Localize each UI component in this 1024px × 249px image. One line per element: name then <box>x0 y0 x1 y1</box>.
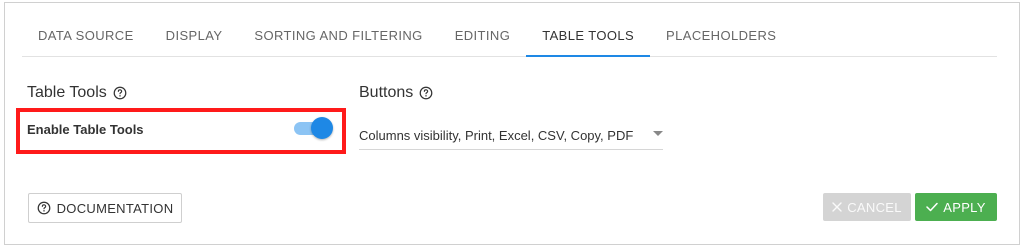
tab-data-source[interactable]: DATA SOURCE <box>22 14 150 56</box>
question-circle-icon[interactable] <box>113 86 127 100</box>
question-circle-icon[interactable] <box>419 86 433 100</box>
enable-table-tools-toggle[interactable] <box>292 117 334 139</box>
tab-editing[interactable]: EDITING <box>439 14 527 56</box>
cancel-label: CANCEL <box>847 199 902 215</box>
buttons-heading: Buttons <box>359 84 433 102</box>
tab-placeholders[interactable]: PLACEHOLDERS <box>650 14 792 56</box>
tab-table-tools[interactable]: TABLE TOOLS <box>526 14 650 57</box>
table-tools-title: Table Tools <box>27 84 107 101</box>
enable-table-tools-label: Enable Table Tools <box>27 122 144 137</box>
documentation-button[interactable]: DOCUMENTATION <box>28 193 182 223</box>
apply-label: APPLY <box>943 199 986 215</box>
check-icon <box>926 202 939 212</box>
caret-down-icon <box>653 131 663 136</box>
buttons-select[interactable]: Columns visibility, Print, Excel, CSV, C… <box>359 120 663 150</box>
question-circle-icon <box>37 201 50 215</box>
buttons-title: Buttons <box>359 84 414 101</box>
cancel-button[interactable]: CANCEL <box>823 193 911 221</box>
toggle-thumb <box>311 117 333 139</box>
table-tools-heading: Table Tools <box>27 84 127 102</box>
tab-sorting-and-filtering[interactable]: SORTING AND FILTERING <box>238 14 438 56</box>
buttons-select-value: Columns visibility, Print, Excel, CSV, C… <box>359 128 634 143</box>
close-icon <box>832 202 842 212</box>
apply-button[interactable]: APPLY <box>915 193 997 221</box>
documentation-label: DOCUMENTATION <box>56 200 174 216</box>
tab-bar: DATA SOURCE DISPLAY SORTING AND FILTERIN… <box>22 14 997 57</box>
tab-display[interactable]: DISPLAY <box>150 14 239 56</box>
